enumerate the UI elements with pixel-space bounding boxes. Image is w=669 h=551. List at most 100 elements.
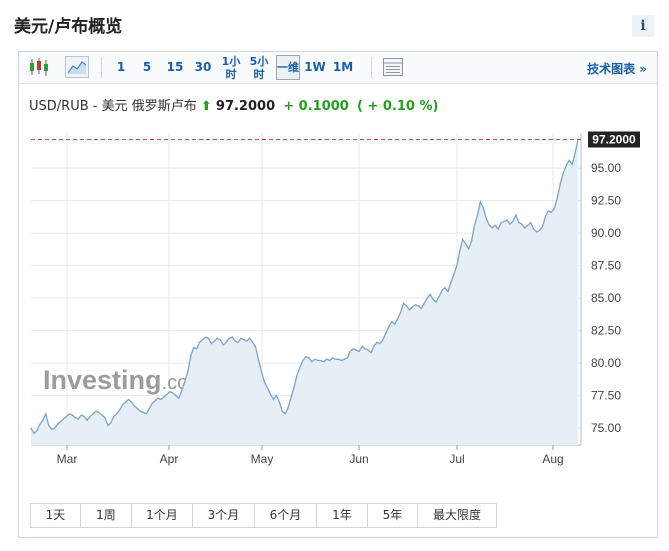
data-point bbox=[258, 359, 260, 362]
data-point bbox=[320, 359, 322, 362]
range-5y-button[interactable]: 5年 bbox=[368, 504, 418, 527]
data-point bbox=[139, 410, 141, 412]
data-point bbox=[471, 240, 473, 242]
y-tick-label: 90.00 bbox=[591, 226, 621, 240]
data-point bbox=[36, 430, 38, 432]
data-point bbox=[488, 224, 490, 226]
data-point bbox=[332, 357, 334, 359]
data-point bbox=[385, 332, 387, 334]
range-1y-button[interactable]: 1年 bbox=[317, 504, 368, 527]
y-tick-label: 82.50 bbox=[591, 324, 621, 338]
data-point bbox=[196, 348, 198, 350]
data-point bbox=[473, 224, 476, 226]
data-point bbox=[122, 404, 124, 406]
data-point bbox=[482, 207, 484, 209]
data-point bbox=[346, 357, 348, 359]
x-tick-label: May bbox=[251, 452, 274, 466]
data-point bbox=[329, 359, 331, 362]
data-point bbox=[65, 415, 68, 417]
range-6m-button[interactable]: 6个月 bbox=[255, 504, 317, 527]
data-point bbox=[169, 391, 171, 393]
data-point bbox=[509, 223, 511, 225]
data-point bbox=[323, 361, 325, 363]
data-point bbox=[51, 428, 53, 430]
data-point bbox=[317, 359, 319, 362]
last-price-label: 97.2000 bbox=[592, 133, 636, 147]
data-point bbox=[521, 223, 523, 225]
data-point bbox=[204, 336, 206, 338]
data-point bbox=[272, 398, 275, 401]
data-point bbox=[420, 307, 422, 310]
data-point bbox=[337, 358, 340, 360]
info-button[interactable]: i bbox=[632, 15, 654, 37]
data-point bbox=[190, 356, 192, 358]
data-point bbox=[530, 222, 532, 224]
data-point bbox=[450, 281, 452, 284]
data-point bbox=[172, 392, 174, 394]
data-point bbox=[568, 159, 570, 161]
data-point bbox=[255, 346, 257, 349]
data-point bbox=[408, 309, 411, 311]
data-point bbox=[151, 402, 153, 404]
data-point bbox=[145, 413, 147, 415]
data-point bbox=[479, 201, 481, 203]
data-point bbox=[305, 356, 307, 358]
data-point bbox=[453, 274, 455, 276]
y-tick-label: 75.00 bbox=[591, 421, 621, 435]
data-point bbox=[163, 396, 165, 398]
data-point bbox=[74, 417, 76, 419]
data-point bbox=[403, 302, 405, 304]
data-point bbox=[370, 352, 372, 354]
data-point bbox=[302, 359, 304, 362]
data-point bbox=[343, 358, 345, 360]
data-point bbox=[539, 229, 541, 232]
data-point bbox=[400, 311, 402, 313]
data-point bbox=[462, 239, 464, 241]
data-point bbox=[269, 393, 272, 395]
data-point bbox=[553, 207, 555, 209]
range-1w-button[interactable]: 1周 bbox=[81, 504, 132, 527]
data-point bbox=[110, 422, 112, 424]
data-point bbox=[494, 224, 496, 226]
data-point bbox=[438, 296, 440, 298]
data-point bbox=[207, 337, 209, 339]
data-point bbox=[231, 336, 233, 338]
data-point bbox=[349, 350, 351, 352]
data-point bbox=[89, 415, 91, 417]
range-3m-button[interactable]: 3个月 bbox=[193, 504, 255, 527]
x-tick-label: Mar bbox=[57, 452, 78, 466]
range-1d-button[interactable]: 1天 bbox=[31, 504, 81, 527]
data-point bbox=[57, 423, 59, 425]
data-point bbox=[574, 153, 576, 155]
data-point bbox=[414, 304, 416, 306]
data-point bbox=[266, 387, 269, 389]
data-point bbox=[237, 341, 239, 343]
data-point bbox=[62, 418, 65, 420]
data-point bbox=[476, 214, 479, 216]
data-point bbox=[465, 242, 467, 245]
data-point bbox=[125, 401, 127, 403]
data-point bbox=[506, 219, 508, 221]
data-point bbox=[326, 358, 328, 360]
data-point bbox=[444, 287, 446, 289]
data-point bbox=[485, 218, 487, 220]
data-point bbox=[533, 228, 535, 230]
data-point bbox=[512, 220, 514, 222]
data-point bbox=[92, 413, 94, 415]
data-point bbox=[42, 419, 44, 421]
data-point bbox=[515, 214, 517, 216]
range-1m-button[interactable]: 1个月 bbox=[132, 504, 193, 527]
range-max-button[interactable]: 最大限度 bbox=[418, 504, 496, 527]
data-point bbox=[308, 357, 310, 359]
data-point bbox=[228, 337, 230, 339]
data-point bbox=[142, 411, 144, 414]
data-point bbox=[367, 349, 369, 351]
data-point bbox=[376, 341, 378, 343]
data-point bbox=[391, 320, 393, 323]
data-point bbox=[154, 400, 156, 402]
data-point bbox=[397, 318, 399, 320]
chart-panel: 1 5 15 30 1小时 5小时 一维 1W 1M 技术图表 » USD/RU… bbox=[18, 51, 658, 538]
range-selector: 1天 1周 1个月 3个月 6个月 1年 5年 最大限度 bbox=[30, 503, 497, 528]
data-point bbox=[178, 397, 180, 399]
data-point bbox=[559, 183, 561, 185]
